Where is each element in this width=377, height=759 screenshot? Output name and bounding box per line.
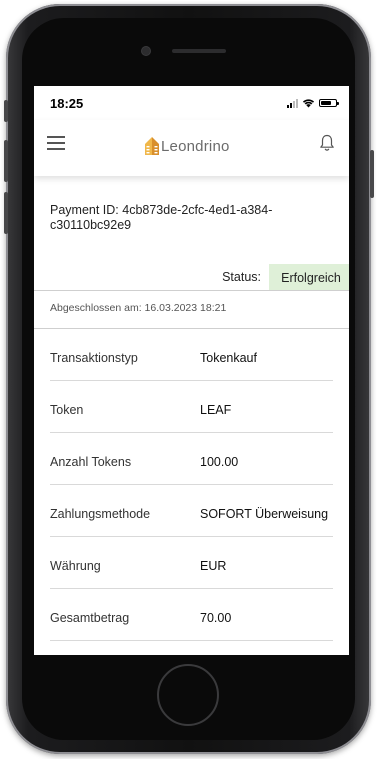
- status-icons: [287, 97, 339, 109]
- detail-value: Tokenkauf: [200, 351, 257, 365]
- completed-timestamp: Abgeschlossen am: 16.03.2023 18:21: [50, 302, 227, 314]
- power-button: [370, 150, 374, 198]
- payment-detail: Payment ID: 4cb873de-2cfc-4ed1-a384-c301…: [34, 176, 349, 641]
- detail-row-total-amount: Gesamtbetrag 70.00: [50, 589, 333, 641]
- status-bar: 18:25: [34, 86, 349, 120]
- hamburger-menu-icon[interactable]: [47, 136, 65, 150]
- leondrino-logo-icon: [145, 137, 159, 155]
- detail-value: LEAF: [200, 403, 232, 417]
- detail-label: Gesamtbetrag: [50, 611, 130, 625]
- status-row: Status: Erfolgreich: [34, 260, 349, 290]
- detail-row-payment-method: Zahlungsmethode SOFORT Überweisung: [50, 485, 333, 537]
- detail-label: Zahlungsmethode: [50, 507, 151, 521]
- phone-screen: 18:25 Leondrino Payment ID: 4cb873de-2cf…: [34, 86, 349, 655]
- battery-level: [321, 101, 331, 105]
- app-header: Leondrino: [34, 120, 349, 176]
- volume-up-button: [4, 140, 8, 182]
- detail-value: 70.00: [200, 611, 232, 625]
- wifi-icon: [302, 99, 315, 108]
- detail-row-token: Token LEAF: [50, 381, 333, 433]
- status-badge: Erfolgreich: [269, 264, 349, 290]
- detail-value: SOFORT Überweisung: [200, 507, 329, 521]
- front-camera: [142, 47, 150, 55]
- payment-id: Payment ID: 4cb873de-2cfc-4ed1-a384-c301…: [50, 203, 273, 232]
- detail-label: Währung: [50, 559, 101, 573]
- logo-text: Leondrino: [161, 137, 230, 155]
- detail-label: Token: [50, 403, 84, 417]
- home-button[interactable]: [157, 664, 219, 726]
- transaction-details: Transaktionstyp Tokenkauf Token LEAF Anz…: [34, 329, 349, 641]
- battery-icon: [319, 99, 339, 107]
- volume-down-button: [4, 192, 8, 234]
- signal-icon: [287, 98, 298, 108]
- status-label: Status:: [222, 270, 261, 284]
- status-clock: 18:25: [50, 96, 84, 111]
- detail-label: Transaktionstyp: [50, 351, 138, 365]
- earpiece-speaker: [172, 49, 226, 53]
- detail-row-transaction-type: Transaktionstyp Tokenkauf: [50, 329, 333, 381]
- mute-switch: [4, 100, 8, 122]
- app-logo: Leondrino: [144, 137, 230, 155]
- detail-value: 100.00: [200, 455, 239, 469]
- detail-value: EUR: [200, 559, 227, 573]
- bell-icon[interactable]: [319, 134, 335, 152]
- detail-row-currency: Währung EUR: [50, 537, 333, 589]
- detail-label: Anzahl Tokens: [50, 455, 132, 469]
- detail-row-token-count: Anzahl Tokens 100.00: [50, 433, 333, 485]
